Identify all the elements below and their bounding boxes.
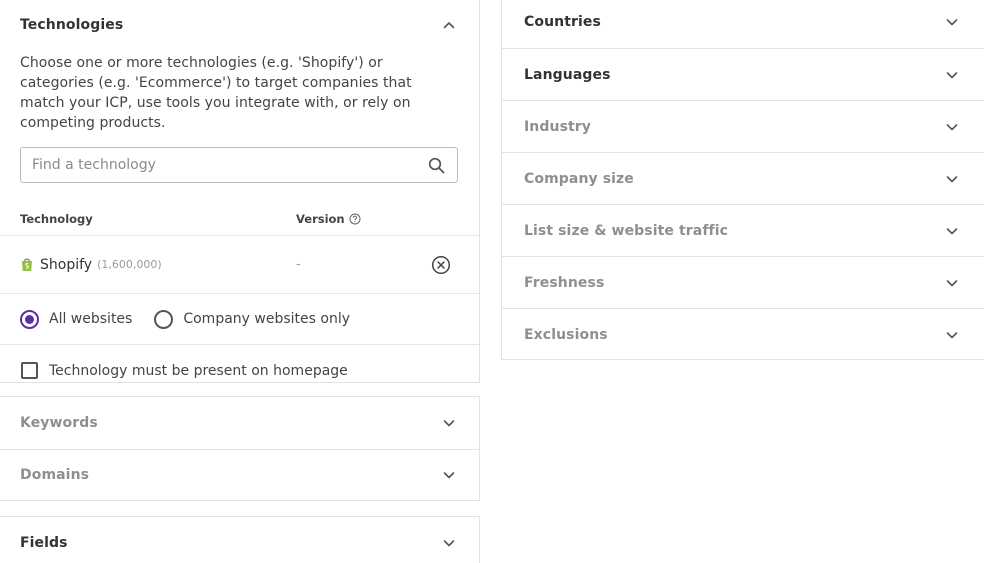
version-column-label: Version bbox=[296, 211, 345, 226]
technologies-description: Choose one or more technologies (e.g. 'S… bbox=[20, 55, 412, 131]
fields-section[interactable]: Fields bbox=[0, 517, 479, 563]
exclusions-title: Exclusions bbox=[524, 326, 608, 343]
countries-title: Countries bbox=[524, 14, 601, 30]
radio-checked-icon bbox=[20, 309, 39, 329]
keywords-domains-panel: Keywords Domains bbox=[0, 396, 480, 501]
remove-technology-button[interactable] bbox=[431, 255, 451, 275]
radio-company-websites[interactable]: Company websites only bbox=[154, 309, 350, 329]
fields-title: Fields bbox=[20, 535, 68, 551]
technology-name: Shopify bbox=[40, 256, 93, 273]
radio-all-websites[interactable]: All websites bbox=[20, 309, 133, 329]
technology-count: (1,600,000) bbox=[97, 258, 162, 271]
industry-title: Industry bbox=[524, 118, 592, 135]
chevron-down-icon[interactable] bbox=[442, 468, 456, 482]
keywords-title: Keywords bbox=[20, 415, 98, 431]
domains-section[interactable]: Domains bbox=[0, 449, 479, 500]
radio-all-websites-label: All websites bbox=[49, 311, 133, 327]
freshness-title: Freshness bbox=[524, 274, 605, 291]
checkbox-unchecked-icon bbox=[21, 362, 38, 379]
list-size-section[interactable]: List size & website traffic bbox=[502, 204, 984, 256]
radio-unchecked-icon bbox=[154, 309, 174, 329]
close-circle-icon bbox=[431, 255, 451, 274]
technologies-panel: Technologies Choose one or more technolo… bbox=[0, 0, 480, 383]
fields-panel: Fields bbox=[0, 516, 480, 563]
homepage-checkbox[interactable]: Technology must be present on homepage bbox=[0, 345, 479, 396]
languages-title: Languages bbox=[524, 66, 611, 83]
technology-column-header: Technology bbox=[20, 211, 93, 226]
company-size-title: Company size bbox=[524, 170, 634, 187]
chevron-down-icon[interactable] bbox=[945, 276, 959, 290]
countries-section[interactable]: Countries bbox=[502, 0, 984, 48]
technology-table-header: Technology Version bbox=[0, 202, 479, 236]
homepage-checkbox-label: Technology must be present on homepage bbox=[49, 362, 348, 379]
website-scope-radio-group: All websites Company websites only bbox=[0, 294, 479, 345]
chevron-down-icon[interactable] bbox=[945, 15, 959, 29]
chevron-down-icon[interactable] bbox=[945, 120, 959, 134]
search-icon[interactable] bbox=[428, 157, 445, 174]
chevron-down-icon[interactable] bbox=[945, 224, 959, 238]
list-size-title: List size & website traffic bbox=[524, 222, 729, 239]
help-icon[interactable] bbox=[349, 213, 361, 225]
shopify-bag-icon bbox=[20, 257, 34, 272]
filters-panel: Countries Languages Industry Company siz… bbox=[501, 0, 984, 360]
technologies-title: Technologies bbox=[20, 16, 124, 33]
chevron-down-icon[interactable] bbox=[945, 328, 959, 342]
table-row: Shopify (1,600,000) - bbox=[0, 236, 479, 294]
chevron-down-icon[interactable] bbox=[945, 68, 959, 82]
version-column-header: Version bbox=[296, 212, 361, 226]
technology-search[interactable] bbox=[20, 147, 458, 183]
exclusions-section[interactable]: Exclusions bbox=[502, 308, 984, 360]
chevron-down-icon[interactable] bbox=[945, 172, 959, 186]
technology-search-input[interactable] bbox=[32, 157, 428, 173]
domains-title: Domains bbox=[20, 467, 90, 483]
chevron-up-icon[interactable] bbox=[442, 18, 456, 32]
company-size-section[interactable]: Company size bbox=[502, 152, 984, 204]
languages-section[interactable]: Languages bbox=[502, 48, 984, 100]
radio-company-websites-label: Company websites only bbox=[183, 311, 350, 327]
technologies-header[interactable]: Technologies bbox=[0, 0, 479, 49]
chevron-down-icon[interactable] bbox=[442, 536, 456, 550]
keywords-section[interactable]: Keywords bbox=[0, 397, 479, 449]
chevron-down-icon[interactable] bbox=[442, 416, 456, 430]
industry-section[interactable]: Industry bbox=[502, 100, 984, 152]
freshness-section[interactable]: Freshness bbox=[502, 256, 984, 308]
technology-version: - bbox=[296, 257, 301, 272]
